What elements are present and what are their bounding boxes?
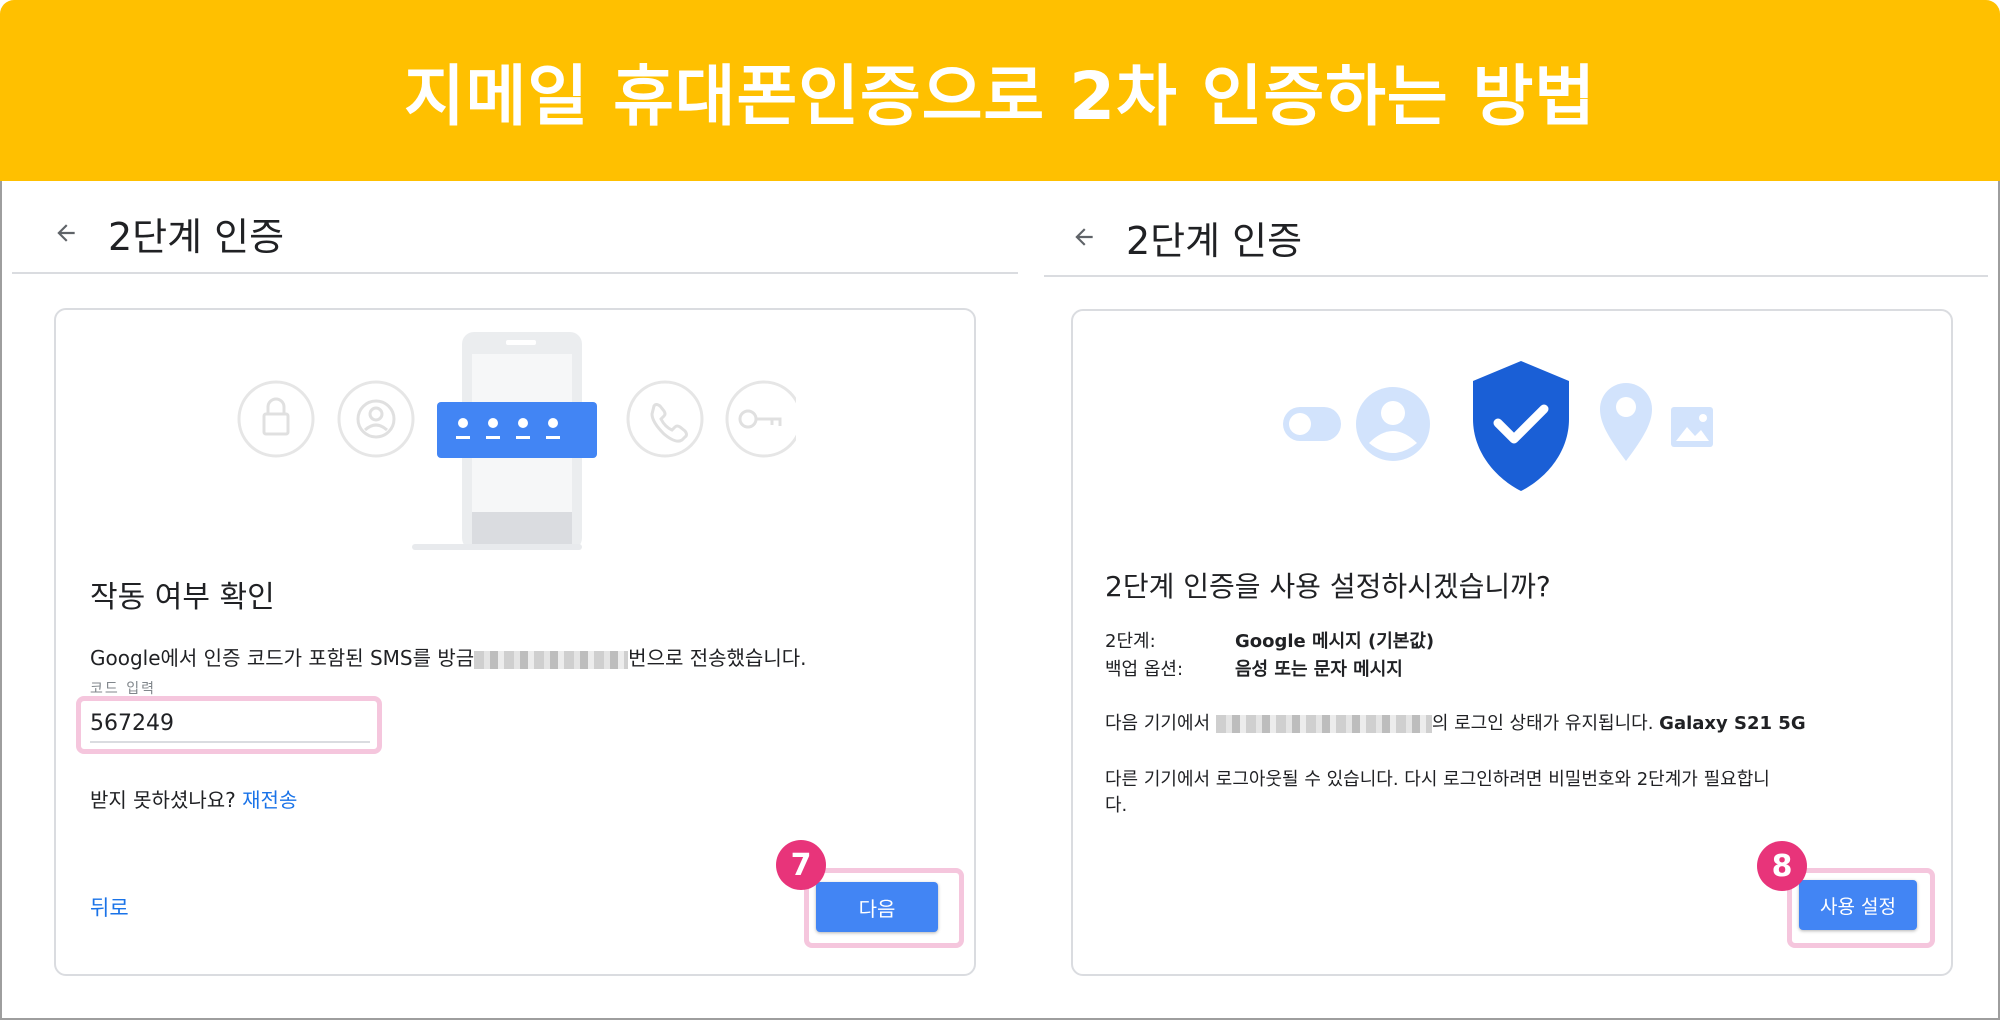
redacted-email: [1215, 715, 1432, 733]
back-button[interactable]: 뒤로: [90, 892, 129, 922]
code-input[interactable]: [90, 705, 370, 743]
redacted-phone-number: [474, 650, 629, 669]
backup-value: 음성 또는 문자 메시지: [1235, 659, 1403, 680]
right-header-divider: [1044, 275, 1988, 277]
sms-suffix: 번으로 전송했습니다.: [628, 646, 807, 670]
verify-heading: 작동 여부 확인: [90, 580, 275, 615]
left-header-divider: [12, 272, 1018, 274]
right-enable-card: 2단계 인증을 사용 설정하시겠습니까? 2단계: Google 메시지 (기본…: [1071, 309, 1953, 976]
resend-link[interactable]: 재전송: [242, 788, 297, 812]
device-prefix: 다음 기기에서: [1105, 713, 1211, 734]
verify-phone-illustration: [237, 332, 796, 550]
step2-label: 2단계:: [1105, 631, 1156, 652]
back-arrow-icon[interactable]: [46, 213, 86, 253]
step-8-badge: 8: [1757, 841, 1807, 891]
device-signed-in-message: 다음 기기에서 의 로그인 상태가 유지됩니다. Galaxy S21 5G: [1105, 709, 1806, 735]
enable-heading: 2단계 인증을 사용 설정하시겠습니까?: [1105, 570, 1551, 603]
next-button[interactable]: 다음: [816, 882, 938, 932]
code-input-label: 코드 입력: [90, 681, 156, 697]
device-suffix: 의 로그인 상태가 유지됩니다.: [1431, 713, 1654, 734]
right-panel-header: 2단계 인증: [1064, 207, 1302, 267]
title-banner: 지메일 휴대폰인증으로 2차 인증하는 방법: [0, 0, 2000, 181]
enable-button[interactable]: 사용 설정: [1799, 880, 1917, 930]
left-panel-title: 2단계 인증: [108, 214, 285, 259]
security-shield-illustration: [1283, 361, 1713, 491]
screenshot-frame: 2단계 인증 작동 여부 확인 Google에서 인증 코드가 포함된 SMS를…: [0, 181, 2000, 1020]
banner-title: 지메일 휴대폰인증으로 2차 인증하는 방법: [403, 57, 1597, 135]
left-panel-header: 2단계 인증: [46, 203, 284, 263]
not-received-text: 받지 못하셨나요?: [90, 788, 236, 812]
right-panel-title: 2단계 인증: [1126, 218, 1303, 263]
backup-label: 백업 옵션:: [1105, 659, 1184, 680]
sms-prefix: Google에서 인증 코드가 포함된 SMS를 방금: [90, 646, 475, 670]
step-7-badge: 7: [776, 840, 826, 890]
logout-warning-line1: 다른 기기에서 로그아웃될 수 있습니다. 다시 로그인하려면 비밀번호와 2단…: [1105, 769, 1770, 790]
logout-warning-line2: 다.: [1105, 795, 1128, 816]
device-name: Galaxy S21 5G: [1659, 713, 1806, 734]
left-verify-card: 작동 여부 확인 Google에서 인증 코드가 포함된 SMS를 방금 번으로 …: [54, 308, 976, 976]
resend-row: 받지 못하셨나요? 재전송: [90, 784, 297, 813]
back-arrow-icon[interactable]: [1064, 217, 1104, 257]
sms-sent-message: Google에서 인증 코드가 포함된 SMS를 방금 번으로 전송했습니다.: [90, 642, 807, 671]
step2-value: Google 메시지 (기본값): [1235, 631, 1435, 652]
